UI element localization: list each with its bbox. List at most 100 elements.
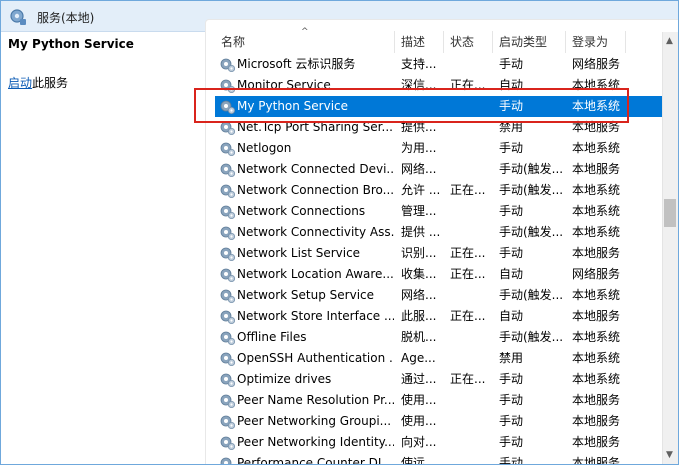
column-header-description[interactable]: 描述: [395, 31, 444, 53]
table-row[interactable]: OpenSSH Authentication ... Age... 禁用 本地系统: [215, 348, 662, 369]
service-log-on-as: 本地系统: [572, 330, 621, 344]
service-log-on-as: 本地服务: [572, 393, 621, 407]
service-status: [450, 348, 492, 369]
scroll-up-icon[interactable]: ▲: [666, 36, 673, 46]
table-row[interactable]: Network Setup Service 网络... 手动(触发... 本地系统: [215, 285, 662, 306]
service-log-on-as: 网络服务: [572, 57, 621, 71]
service-name-cell: Peer Networking Identity...: [217, 432, 395, 453]
service-description: 提供 ...: [401, 225, 441, 239]
start-service-suffix: 此服务: [32, 76, 69, 90]
service-startup-type: 手动: [499, 204, 524, 218]
service-name-cell: Network Connections: [217, 201, 395, 222]
column-header-startup-type[interactable]: 启动类型: [493, 31, 566, 53]
table-row[interactable]: Peer Name Resolution Pr... 使用... 手动 本地服务: [215, 390, 662, 411]
service-name-cell: Netlogon: [217, 138, 395, 159]
table-row[interactable]: Network Connectivity Ass... 提供 ... 手动(触发..…: [215, 222, 662, 243]
service-status: 正在...: [450, 183, 486, 197]
service-description: 允许 ...: [401, 183, 441, 197]
service-log-on-as: 本地系统: [572, 351, 621, 365]
selection-highlight-box: [194, 88, 629, 123]
gear-icon: [219, 245, 236, 262]
table-row[interactable]: Network Connection Bro... 允许 ... 正在... 手动(触…: [215, 180, 662, 201]
gear-icon: [219, 203, 236, 220]
service-name: OpenSSH Authentication ...: [237, 351, 394, 365]
service-startup-type: 手动(触发...: [499, 288, 564, 302]
scroll-down-icon[interactable]: ▼: [666, 450, 673, 460]
gear-icon: [219, 371, 236, 388]
service-startup-type: 手动: [499, 414, 524, 428]
service-log-on-as: 本地系统: [572, 288, 621, 302]
gear-icon: [219, 266, 236, 283]
service-log-on-as: 本地服务: [572, 435, 621, 449]
selected-service-title: My Python Service: [8, 37, 134, 51]
service-log-on-as: 本地系统: [572, 225, 621, 239]
column-header-log-on-as[interactable]: 登录为: [566, 31, 626, 53]
service-name-cell: Microsoft 云标识服务: [217, 54, 395, 75]
service-status: [450, 327, 492, 348]
service-startup-type: 手动: [499, 141, 524, 155]
scrollbar-thumb[interactable]: [664, 199, 676, 227]
service-name: Netlogon: [237, 141, 292, 155]
column-header-name[interactable]: 名称: [215, 31, 395, 53]
service-name-cell: Network Location Aware...: [217, 264, 395, 285]
table-row[interactable]: Network Connected Devi... 网络... 手动(触发... 本地…: [215, 159, 662, 180]
table-row[interactable]: Performance Counter DL... 使远... 手动 本地服务: [215, 453, 662, 464]
gear-icon: [219, 287, 236, 304]
service-name: Network Connections: [237, 204, 366, 218]
table-row[interactable]: Offline Files 脱机... 手动(触发... 本地系统: [215, 327, 662, 348]
list-header: 名称 描述 状态 启动类型 登录为: [215, 31, 662, 53]
gear-icon: [219, 455, 236, 464]
table-row[interactable]: Peer Networking Groupi... 使用... 手动 本地服务: [215, 411, 662, 432]
service-description: 为用...: [401, 141, 437, 155]
service-startup-type: 自动: [499, 267, 524, 281]
table-row[interactable]: Network Store Interface ... 此服... 正在... 自动 本…: [215, 306, 662, 327]
table-row[interactable]: Peer Networking Identity... 向对... 手动 本地服务: [215, 432, 662, 453]
gear-icon: [219, 392, 236, 409]
service-status: [450, 138, 492, 159]
service-log-on-as: 本地系统: [572, 141, 621, 155]
service-name: Peer Networking Identity...: [237, 435, 394, 449]
gear-icon: [219, 56, 236, 73]
service-name: Network Connectivity Ass...: [237, 225, 394, 239]
service-status: [450, 285, 492, 306]
table-row[interactable]: Microsoft 云标识服务 支持... 手动 网络服务: [215, 54, 662, 75]
service-status: [450, 54, 492, 75]
service-startup-type: 手动(触发...: [499, 162, 564, 176]
service-name: Network Setup Service: [237, 288, 375, 302]
gear-icon: [219, 161, 236, 178]
service-name: Network Location Aware...: [237, 267, 394, 281]
service-name: Network List Service: [237, 246, 361, 260]
column-header-status[interactable]: 状态: [444, 31, 493, 53]
service-startup-type: 手动: [499, 246, 524, 260]
vertical-scrollbar[interactable]: ▲ ▼: [662, 32, 678, 464]
service-log-on-as: 本地服务: [572, 309, 621, 323]
service-status: 正在...: [450, 309, 486, 323]
service-startup-type: 手动: [499, 393, 524, 407]
gear-icon: [219, 224, 236, 241]
service-name: Network Store Interface ...: [237, 309, 394, 323]
table-row[interactable]: Optimize drives 通过... 正在... 手动 本地系统: [215, 369, 662, 390]
service-name-cell: Network Connected Devi...: [217, 159, 395, 180]
service-status: [450, 201, 492, 222]
service-name-cell: Peer Networking Groupi...: [217, 411, 395, 432]
service-description: 向对...: [401, 435, 437, 449]
service-log-on-as: 网络服务: [572, 267, 621, 281]
service-log-on-as: 本地服务: [572, 414, 621, 428]
service-description: 脱机...: [401, 330, 437, 344]
service-status: [450, 159, 492, 180]
service-startup-type: 手动: [499, 57, 524, 71]
service-name-cell: Offline Files: [217, 327, 395, 348]
service-name-cell: Network Connectivity Ass...: [217, 222, 395, 243]
table-row[interactable]: Network List Service 识别... 正在... 手动 本地服务: [215, 243, 662, 264]
service-description: 管理...: [401, 204, 437, 218]
service-status: [450, 453, 492, 464]
gear-icon: [219, 413, 236, 430]
start-service-link[interactable]: 启动: [8, 76, 32, 90]
service-startup-type: 手动(触发...: [499, 183, 564, 197]
service-log-on-as: 本地系统: [572, 183, 621, 197]
table-row[interactable]: Network Connections 管理... 手动 本地系统: [215, 201, 662, 222]
table-row[interactable]: Network Location Aware... 收集... 正在... 自动 网络服…: [215, 264, 662, 285]
service-name-cell: Network List Service: [217, 243, 395, 264]
service-startup-type: 手动(触发...: [499, 225, 564, 239]
table-row[interactable]: Netlogon 为用... 手动 本地系统: [215, 138, 662, 159]
